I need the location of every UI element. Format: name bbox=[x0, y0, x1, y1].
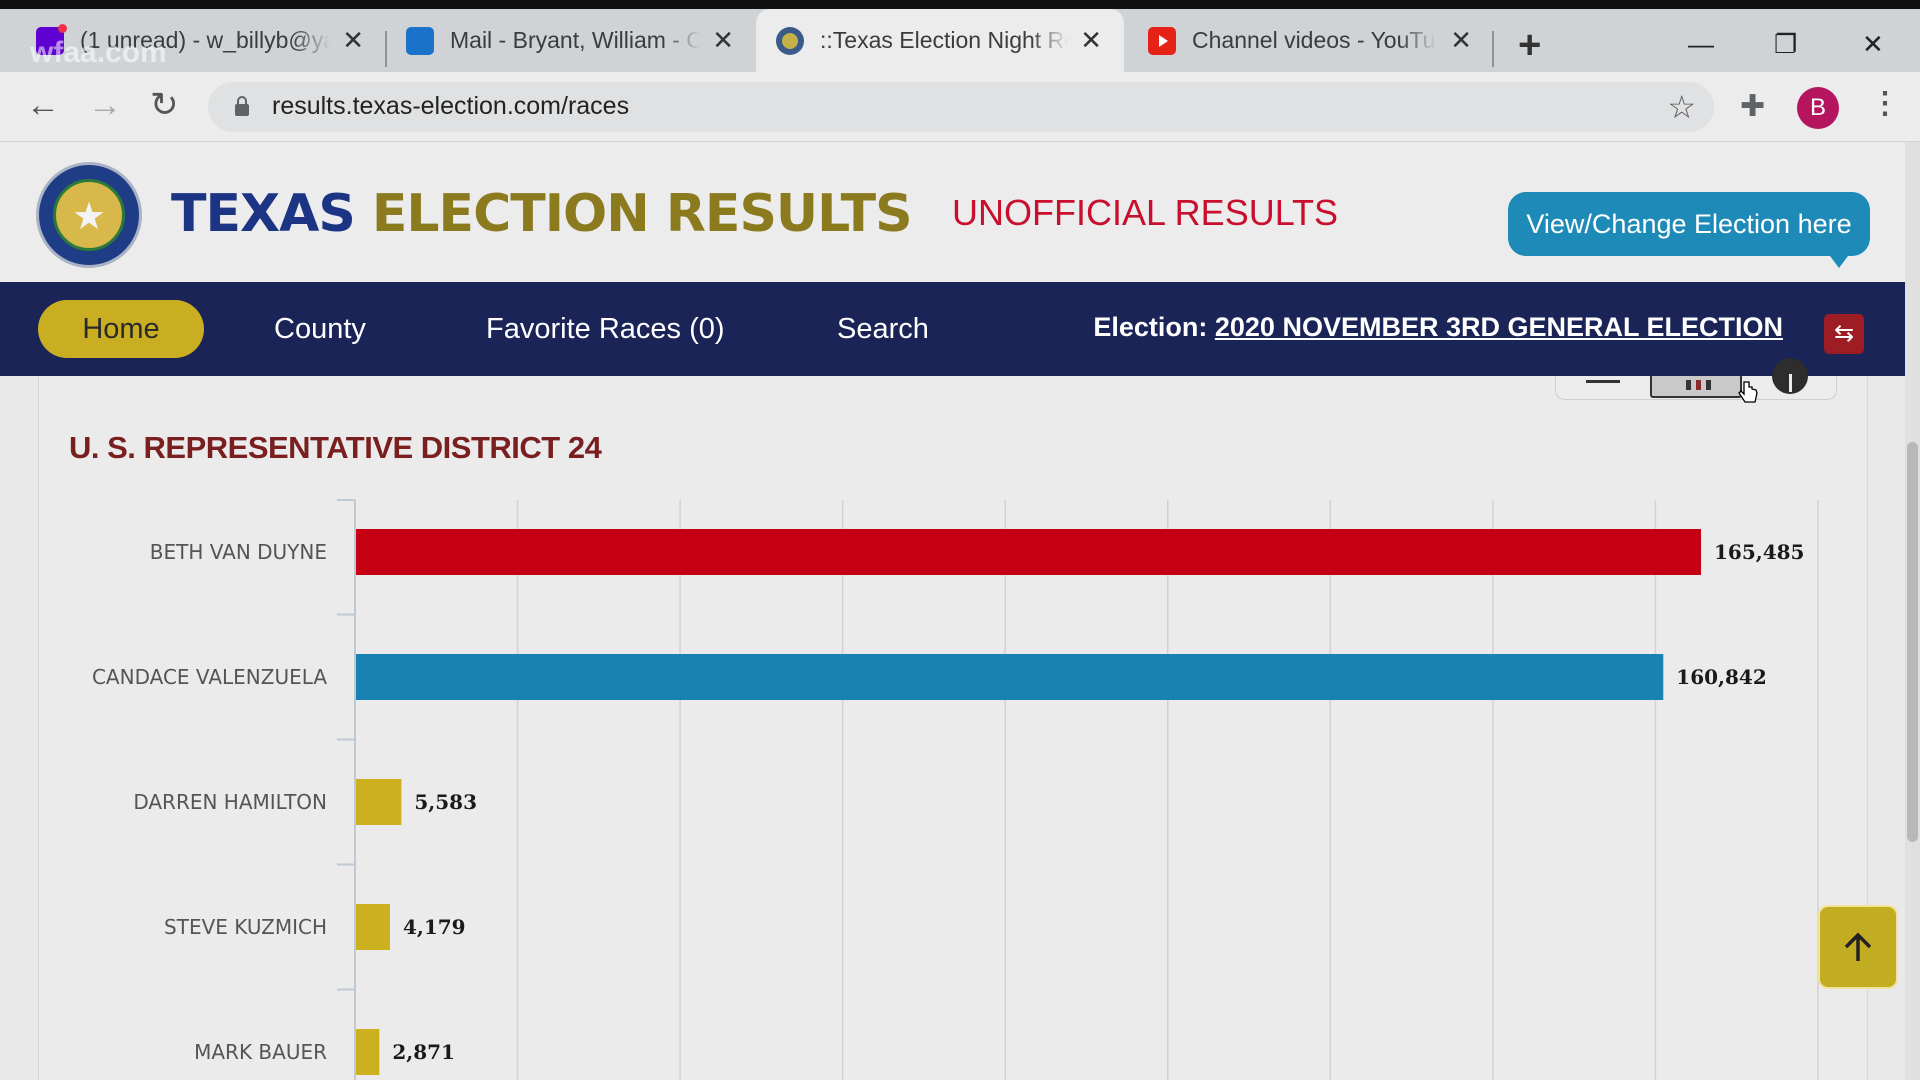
vote-count-label: 4,179 bbox=[403, 915, 466, 939]
hand-cursor-icon bbox=[1738, 381, 1758, 403]
vote-count-label: 165,485 bbox=[1714, 540, 1804, 564]
election-name-link[interactable]: 2020 NOVEMBER 3RD GENERAL ELECTION bbox=[1215, 312, 1783, 342]
close-tab-icon[interactable]: ✕ bbox=[1450, 27, 1472, 53]
youtube-icon bbox=[1148, 26, 1176, 55]
close-window-button[interactable]: ✕ bbox=[1862, 29, 1884, 60]
close-tab-icon[interactable]: ✕ bbox=[1080, 27, 1102, 53]
candidate-label: STEVE KUZMICH bbox=[164, 915, 327, 939]
secretary-of-state-seal-logo[interactable]: ★ bbox=[36, 162, 142, 268]
address-bar[interactable]: results.texas-election.com/races ☆ bbox=[208, 82, 1714, 132]
site-title-texas: TEXAS bbox=[171, 184, 356, 244]
tab-youtube[interactable]: Channel videos - YouTube Studio ✕ bbox=[1128, 9, 1494, 72]
browser-toolbar: ← → ↻ results.texas-election.com/races ☆… bbox=[0, 72, 1920, 142]
bar-beth-van-duyne[interactable] bbox=[356, 529, 1702, 575]
current-election: Election: 2020 NOVEMBER 3RD GENERAL ELEC… bbox=[1093, 312, 1783, 343]
nav-home[interactable]: Home bbox=[38, 300, 204, 358]
tab-strip: (1 unread) - w_billyb@yahoo.com ✕ Mail -… bbox=[0, 9, 1920, 72]
reload-button[interactable]: ↻ bbox=[150, 88, 179, 122]
texas-seal-icon bbox=[776, 26, 804, 55]
close-tab-icon[interactable]: ✕ bbox=[342, 27, 364, 53]
list-view-icon[interactable] bbox=[1584, 376, 1624, 398]
back-to-top-button[interactable] bbox=[1820, 907, 1896, 987]
candidate-label: BETH VAN DUYNE bbox=[150, 540, 327, 564]
page-scrollbar[interactable] bbox=[1905, 142, 1920, 1080]
race-title: U. S. REPRESENTATIVE DISTRICT 24 bbox=[69, 430, 602, 465]
bar-chart-view-icon[interactable] bbox=[1650, 376, 1742, 398]
election-prefix: Election: bbox=[1093, 312, 1215, 342]
tab-separator bbox=[1492, 31, 1494, 67]
extensions-puzzle-icon[interactable]: ✚ bbox=[1740, 89, 1765, 124]
tab-title: Mail - Bryant, William - Outlook bbox=[450, 27, 700, 53]
close-tab-icon[interactable]: ✕ bbox=[712, 27, 734, 53]
pie-chart-view-icon[interactable] bbox=[1770, 358, 1810, 398]
candidate-label: MARK BAUER bbox=[194, 1040, 327, 1064]
url-text[interactable]: results.texas-election.com/races bbox=[272, 92, 629, 121]
nav-search[interactable]: Search bbox=[837, 300, 929, 358]
candidate-label: CANDACE VALENZUELA bbox=[92, 665, 327, 689]
arrow-up-icon bbox=[1844, 932, 1872, 961]
swap-election-icon[interactable]: ⇆ bbox=[1824, 314, 1864, 354]
bookmark-star-icon[interactable]: ☆ bbox=[1667, 88, 1696, 126]
scrollbar-thumb[interactable] bbox=[1907, 442, 1918, 842]
unofficial-results-label: UNOFFICIAL RESULTS bbox=[952, 192, 1339, 233]
view-change-election-button[interactable]: View/Change Election here bbox=[1508, 192, 1870, 268]
vote-count-label: 160,842 bbox=[1676, 665, 1766, 689]
outlook-icon bbox=[406, 26, 434, 55]
site-title-election-results: ELECTION RESULTS bbox=[371, 184, 913, 244]
bar-candace-valenzuela[interactable] bbox=[356, 654, 1664, 700]
watermark: wfaa.com bbox=[30, 36, 167, 69]
candidate-label: DARREN HAMILTON bbox=[133, 790, 327, 814]
bar-darren-hamilton[interactable] bbox=[356, 779, 402, 825]
tab-title: ::Texas Election Night Results bbox=[820, 27, 1068, 53]
vote-count-label: 2,871 bbox=[392, 1040, 455, 1064]
results-bar-chart: BETH VAN DUYNE 165,485 CANDACE VALENZUELA 1… bbox=[92, 499, 1819, 1080]
bar-mark-bauer[interactable] bbox=[356, 1029, 380, 1075]
main-nav: Home County Favorite Races (0) Search El… bbox=[0, 282, 1905, 376]
tab-outlook[interactable]: Mail - Bryant, William - Outlook ✕ bbox=[370, 9, 756, 72]
back-button[interactable]: ← bbox=[26, 88, 60, 122]
minimize-button[interactable]: — bbox=[1688, 29, 1714, 60]
new-tab-button[interactable]: + bbox=[1518, 25, 1541, 65]
browser-menu-icon[interactable]: ⋮ bbox=[1870, 86, 1900, 121]
site-header: ★ TEXAS ELECTION RESULTS UNOFFICIAL RESU… bbox=[0, 142, 1905, 282]
forward-button[interactable]: → bbox=[88, 88, 122, 122]
profile-avatar[interactable]: B bbox=[1797, 87, 1839, 129]
lock-icon bbox=[235, 96, 249, 116]
star-icon: ★ bbox=[71, 196, 107, 238]
site-title: TEXAS ELECTION RESULTS bbox=[171, 184, 913, 244]
restore-button[interactable]: ❐ bbox=[1774, 29, 1797, 60]
tab-texas-election[interactable]: ::Texas Election Night Results ✕ bbox=[756, 9, 1124, 72]
tab-title: Channel videos - YouTube Studio bbox=[1192, 27, 1436, 53]
nav-favorite-races[interactable]: Favorite Races (0) bbox=[486, 300, 725, 358]
bar-steve-kuzmich[interactable] bbox=[356, 904, 390, 950]
view-toggle bbox=[1555, 358, 1837, 400]
nav-county[interactable]: County bbox=[274, 300, 366, 358]
vote-count-label: 5,583 bbox=[414, 790, 477, 814]
screen-top-edge bbox=[0, 0, 1920, 9]
